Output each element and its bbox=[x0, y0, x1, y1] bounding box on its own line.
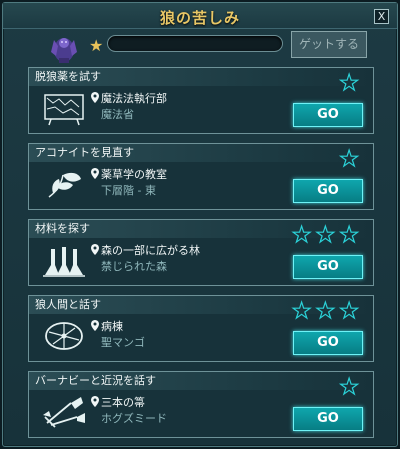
quest-title: アコナイトを見直す bbox=[29, 144, 373, 162]
go-button[interactable]: GO bbox=[293, 407, 363, 431]
quest-card: バーナビーと近況を話す 三本の箒 ホグズミード ★ GO bbox=[28, 371, 374, 438]
brooms-icon bbox=[43, 397, 85, 428]
star-outline-icon: ★ bbox=[315, 223, 336, 248]
close-button[interactable]: X bbox=[374, 9, 389, 24]
quest-card: 狼人間と話す 病棟 聖マンゴ ★ ★ ★ GO bbox=[28, 295, 374, 362]
title-bar: 狼の苦しみ X bbox=[3, 3, 397, 29]
quest-progress-bar bbox=[107, 35, 283, 52]
wheel-icon bbox=[45, 322, 83, 350]
location-pin-icon bbox=[91, 396, 99, 407]
location-area: 下層階 - 東 bbox=[101, 184, 156, 197]
map-icon bbox=[44, 94, 84, 126]
location-name: 森の一部に広がる林 bbox=[101, 244, 200, 257]
location-area: ホグズミード bbox=[101, 412, 167, 425]
header-row: ★ ゲットする bbox=[3, 29, 397, 67]
quest-title: 脱狼薬を試す bbox=[29, 68, 373, 86]
flask-icon bbox=[43, 247, 85, 277]
star-rating: ★ bbox=[335, 71, 360, 96]
star-rating: ★ ★ ★ bbox=[288, 299, 360, 324]
star-rating: ★ bbox=[335, 147, 360, 172]
creature-icon bbox=[51, 38, 77, 63]
star-outline-icon: ★ bbox=[339, 375, 360, 400]
star-rating: ★ bbox=[335, 375, 360, 400]
star-outline-icon: ★ bbox=[339, 147, 360, 172]
go-button[interactable]: GO bbox=[293, 331, 363, 355]
star-outline-icon: ★ bbox=[339, 71, 360, 96]
star-outline-icon: ★ bbox=[315, 299, 336, 324]
go-button[interactable]: GO bbox=[293, 255, 363, 279]
location-area: 魔法省 bbox=[101, 108, 134, 121]
location-pin-icon bbox=[91, 244, 99, 255]
window-title: 狼の苦しみ bbox=[159, 9, 240, 27]
go-button[interactable]: GO bbox=[293, 103, 363, 127]
star-outline-icon: ★ bbox=[291, 299, 312, 324]
location-name: 魔法法執行部 bbox=[101, 92, 167, 105]
quest-panel: 狼の苦しみ X ★ ゲットする 脱狼薬を試す 魔法法執行部 魔法省 ★ GO ア… bbox=[2, 2, 398, 447]
location-pin-icon bbox=[91, 92, 99, 103]
get-reward-button[interactable]: ゲットする bbox=[291, 31, 367, 58]
star-rating: ★ ★ ★ bbox=[288, 223, 360, 248]
star-outline-icon: ★ bbox=[339, 223, 360, 248]
location-name: 薬草学の教室 bbox=[101, 168, 167, 181]
location-name: 病棟 bbox=[101, 320, 123, 333]
quest-card: 材料を探す 森の一部に広がる林 禁じられた森 ★ ★ ★ GO bbox=[28, 219, 374, 286]
quest-title: バーナビーと近況を話す bbox=[29, 372, 373, 390]
location-pin-icon bbox=[91, 168, 99, 179]
location-area: 聖マンゴ bbox=[101, 336, 145, 349]
go-button[interactable]: GO bbox=[293, 179, 363, 203]
location-pin-icon bbox=[91, 320, 99, 331]
location-name: 三本の箒 bbox=[101, 396, 145, 409]
leaf-icon bbox=[48, 172, 81, 198]
star-outline-icon: ★ bbox=[339, 299, 360, 324]
rating-star-icon: ★ bbox=[89, 36, 104, 55]
location-area: 禁じられた森 bbox=[101, 260, 167, 273]
quest-card: アコナイトを見直す 薬草学の教室 下層階 - 東 ★ GO bbox=[28, 143, 374, 210]
quest-card: 脱狼薬を試す 魔法法執行部 魔法省 ★ GO bbox=[28, 67, 374, 134]
star-outline-icon: ★ bbox=[291, 223, 312, 248]
